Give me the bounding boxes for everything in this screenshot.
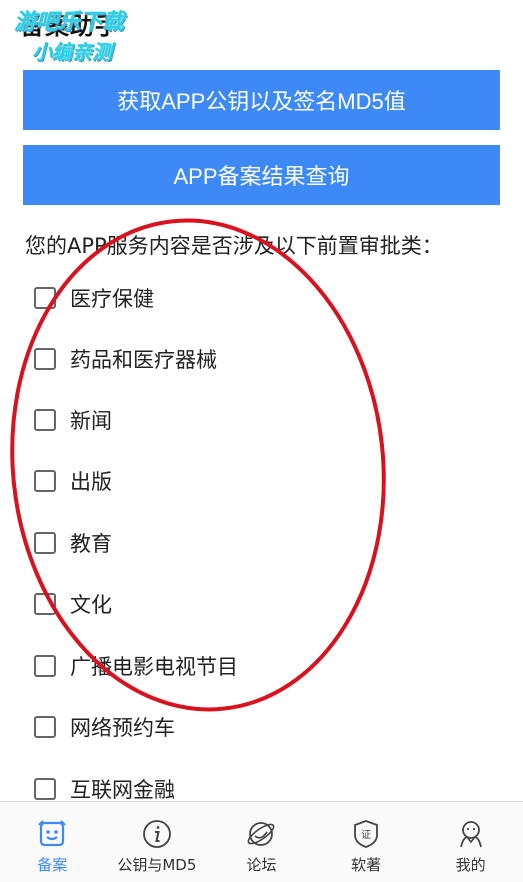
tab-label: 论坛 (246, 856, 277, 874)
pre-approval-question: 您的APP服务内容是否涉及以下前置审批类： (25, 234, 443, 258)
checkbox[interactable] (34, 287, 56, 309)
app-title: 备案助手 (20, 12, 120, 40)
checkbox-item-ride-hailing[interactable]: 网络预约车 (34, 707, 175, 747)
checkbox-item-drugs-devices[interactable]: 药品和医疗器械 (34, 339, 217, 379)
tab-mine[interactable]: 我的 (418, 802, 523, 882)
checkbox-label: 互联网金融 (70, 778, 175, 802)
checkbox-label: 文化 (70, 593, 112, 617)
checkbox-item-news[interactable]: 新闻 (34, 400, 112, 440)
checkbox-label: 医疗保健 (70, 287, 154, 311)
checkbox[interactable] (34, 409, 56, 431)
tab-label: 公钥与MD5 (117, 856, 197, 874)
checkbox-item-broadcast-film-tv[interactable]: 广播电影电视节目 (34, 646, 238, 686)
certificate-shield-icon: 证 (354, 820, 378, 848)
tab-filing[interactable]: 备案 (0, 802, 105, 882)
checkbox-label: 新闻 (70, 409, 112, 433)
user-icon (459, 821, 482, 848)
checkbox[interactable] (34, 532, 56, 554)
checkbox-item-medical-health[interactable]: 医疗保健 (34, 278, 154, 318)
checkbox-label: 网络预约车 (70, 716, 175, 740)
tab-public-key-md5[interactable]: 公钥与MD5 (105, 802, 210, 882)
checkbox-label: 广播电影电视节目 (70, 655, 238, 679)
checkbox[interactable] (34, 716, 56, 738)
get-public-key-md5-button[interactable]: 获取APP公钥以及签名MD5值 (23, 70, 500, 130)
checkbox-item-publishing[interactable]: 出版 (34, 461, 112, 501)
checkbox[interactable] (34, 655, 56, 677)
checkbox-label: 出版 (70, 470, 112, 494)
checkbox[interactable] (34, 348, 56, 370)
checkbox-item-education[interactable]: 教育 (34, 523, 112, 563)
checkbox[interactable] (34, 778, 56, 800)
checkbox[interactable] (34, 470, 56, 492)
checkbox-label: 教育 (70, 532, 112, 556)
tab-forum[interactable]: 论坛 (209, 802, 314, 882)
annotation-ellipse (10, 218, 386, 712)
checkbox-label: 药品和医疗器械 (70, 348, 217, 372)
tab-label: 备案 (37, 856, 68, 874)
bottom-tab-bar: 备案 公钥与MD5 论坛 证 软著 我的 (0, 801, 523, 882)
svg-text:证: 证 (361, 829, 371, 841)
filing-result-query-button[interactable]: APP备案结果查询 (23, 145, 500, 205)
checkbox[interactable] (34, 593, 56, 615)
planet-icon (248, 822, 275, 846)
info-circle-icon (142, 820, 171, 848)
tab-label: 我的 (455, 856, 486, 874)
checkbox-item-culture[interactable]: 文化 (34, 584, 112, 624)
tab-software-copyright[interactable]: 证 软著 (314, 802, 419, 882)
tab-label: 软著 (351, 856, 382, 874)
smile-face-icon (38, 820, 67, 847)
